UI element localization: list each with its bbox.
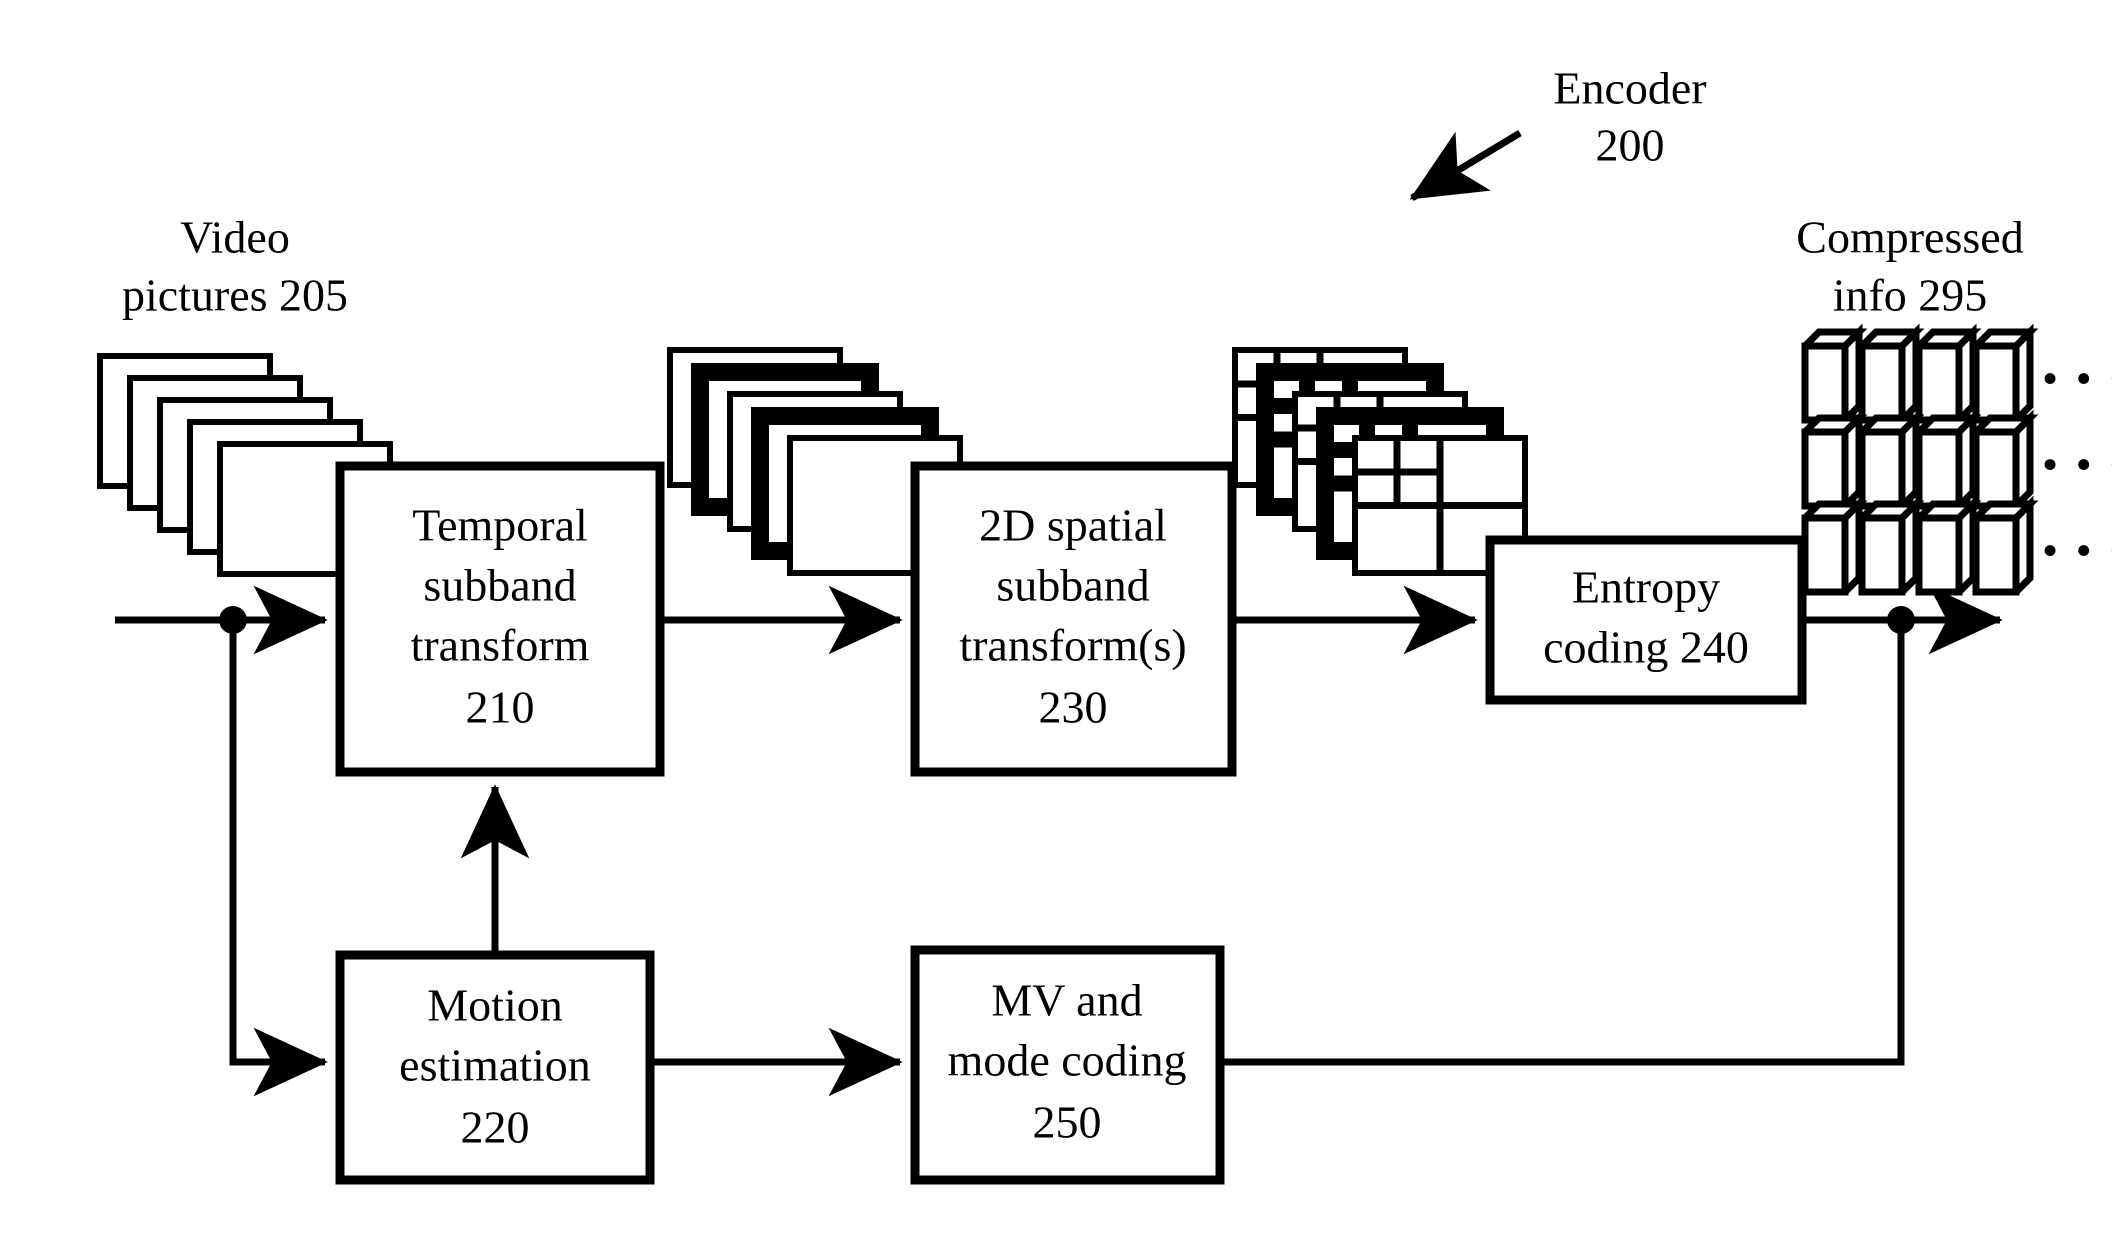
block-label-line: Entropy [1572,562,1720,613]
packet [1972,495,2039,596]
figure-title: Encoder [1553,63,1706,114]
figure-reference-number: 200 [1596,120,1665,171]
block-reference-number: 210 [466,682,535,733]
encoder-callout-arrow [1409,130,1522,201]
packet [1858,495,1925,596]
spatial-subband-transform-block[interactable]: 2D spatial subband transform(s) 230 [910,461,1237,777]
packet [1915,409,1982,510]
wire-junction-to-motion-estimation [229,620,328,1097]
block-label-line: transform(s) [959,620,1186,671]
packet-row-ellipsis: • • • [2042,353,2112,404]
input-label: Video pictures 205 [122,212,348,321]
packet [1915,323,1982,424]
block-label-line: Temporal [412,500,588,551]
block-label-line: Motion [427,980,562,1031]
packet-row: • • • [1801,495,2112,596]
block-label-line: 2D spatial [979,500,1167,551]
packet [1801,495,1868,596]
packet [1972,323,2039,424]
right-junction-dot [1887,606,1915,634]
encoder-block-diagram: • • • • • • • • • Temporal [97,63,2112,1185]
left-junction-dot [219,606,247,634]
input-label-line2: pictures 205 [122,270,348,321]
packet-row-ellipsis: • • • [2042,439,2112,490]
temporal-subband-transform-block[interactable]: Temporal subband transform 210 [335,461,665,777]
block-label-line: subband [423,560,576,611]
packet-row-ellipsis: • • • [2042,525,2112,576]
spatial-subband-stack [1232,347,1528,576]
packet [1858,409,1925,510]
block-label-line: estimation [399,1040,591,1091]
packet [1801,323,1868,424]
packet [1915,495,1982,596]
packet [1858,323,1925,424]
packet-row: • • • [1801,323,2112,424]
figure-canvas: • • • • • • • • • Temporal [0,0,2112,1255]
block-label-line: mode coding [948,1035,1187,1086]
encoder-callout: Encoder 200 [1409,63,1707,201]
block-reference-number: 230 [1039,682,1108,733]
block-reference-number: 250 [1033,1097,1102,1148]
mv-and-mode-coding-block[interactable]: MV and mode coding 250 [910,945,1225,1185]
block-label-line: transform [411,620,590,671]
block-reference-number: 220 [461,1102,530,1153]
output-label-line2: info 295 [1833,270,1988,321]
output-label: Compressed info 295 [1796,212,2023,321]
packet [1801,409,1868,510]
compressed-bitstream-packets: • • • • • • • • • [1801,323,2112,596]
packet-row: • • • [1801,409,2112,510]
block-label-line: subband [996,560,1149,611]
packet [1972,409,2039,510]
entropy-coding-block[interactable]: Entropy coding 240 [1485,535,1807,705]
block-label-line: coding 240 [1543,622,1749,673]
output-label-line1: Compressed [1796,212,2023,263]
input-label-line1: Video [180,212,290,263]
motion-estimation-block[interactable]: Motion estimation 220 [335,950,655,1185]
block-label-line: MV and [991,975,1142,1026]
